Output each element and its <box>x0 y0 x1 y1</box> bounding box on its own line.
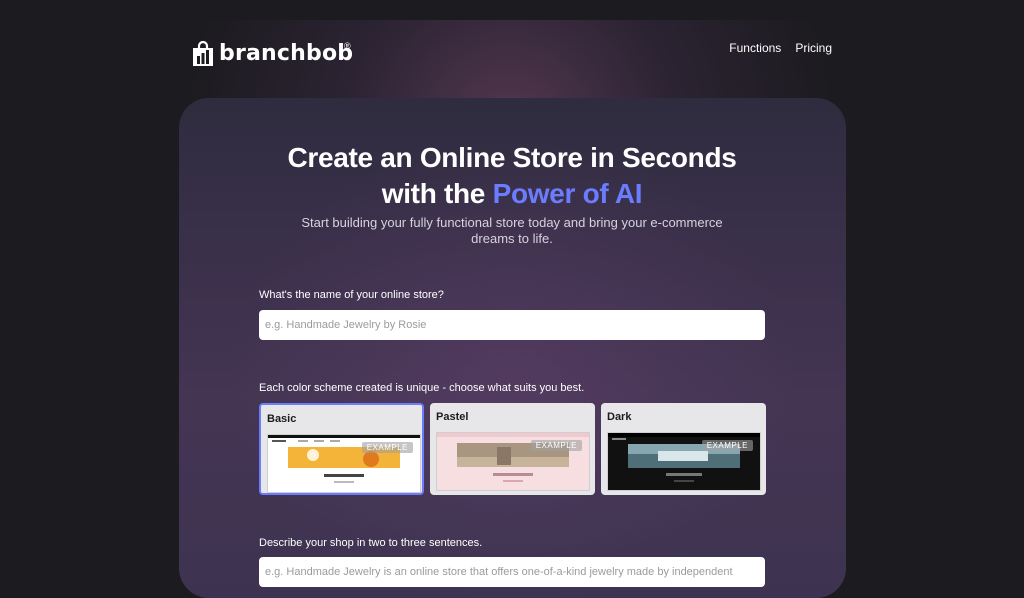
main-nav: Functions Pricing <box>729 41 832 55</box>
scheme-option-dark[interactable]: Dark EXAMPLE <box>601 403 766 495</box>
scheme-option-name: Basic <box>267 413 297 425</box>
scheme-option-basic[interactable]: Basic EXAMPLE <box>259 403 424 495</box>
example-badge: EXAMPLE <box>361 442 413 453</box>
title-line-2-prefix: with the <box>381 178 493 209</box>
brand-logo[interactable]: branchbob ® <box>192 38 353 70</box>
title-line-1: Create an Online Store in Seconds <box>287 142 737 173</box>
shopping-bag-icon <box>193 41 213 66</box>
store-name-input[interactable] <box>259 310 765 340</box>
scheme-option-pastel[interactable]: Pastel EXAMPLE <box>430 403 595 495</box>
shop-description-input[interactable] <box>259 557 765 587</box>
page-title: Create an Online Store in Seconds with t… <box>0 140 1024 212</box>
nav-functions-link[interactable]: Functions <box>729 41 781 55</box>
registered-mark: ® <box>344 41 351 51</box>
example-badge: EXAMPLE <box>530 440 582 451</box>
description-label: Describe your shop in two to three sente… <box>259 537 483 549</box>
scheme-option-name: Pastel <box>436 411 469 423</box>
title-line-2-accent: Power of AI <box>492 178 643 209</box>
brand-name: branchbob <box>219 41 354 66</box>
scheme-option-name: Dark <box>607 411 632 423</box>
color-scheme-options: Basic EXAMPLE Pastel EXAMPLE Dark EXAMPL… <box>259 403 766 495</box>
site-header: branchbob ® Functions Pricing <box>192 38 832 70</box>
example-badge: EXAMPLE <box>701 440 753 451</box>
color-scheme-label: Each color scheme created is unique - ch… <box>259 382 585 394</box>
store-name-label: What's the name of your online store? <box>259 289 444 301</box>
scheme-preview-basic: EXAMPLE <box>267 434 421 493</box>
scheme-preview-dark: EXAMPLE <box>607 432 761 491</box>
hero-subtitle: Start building your fully functional sto… <box>301 215 723 246</box>
scheme-preview-pastel: EXAMPLE <box>436 432 590 491</box>
nav-pricing-link[interactable]: Pricing <box>795 41 832 55</box>
